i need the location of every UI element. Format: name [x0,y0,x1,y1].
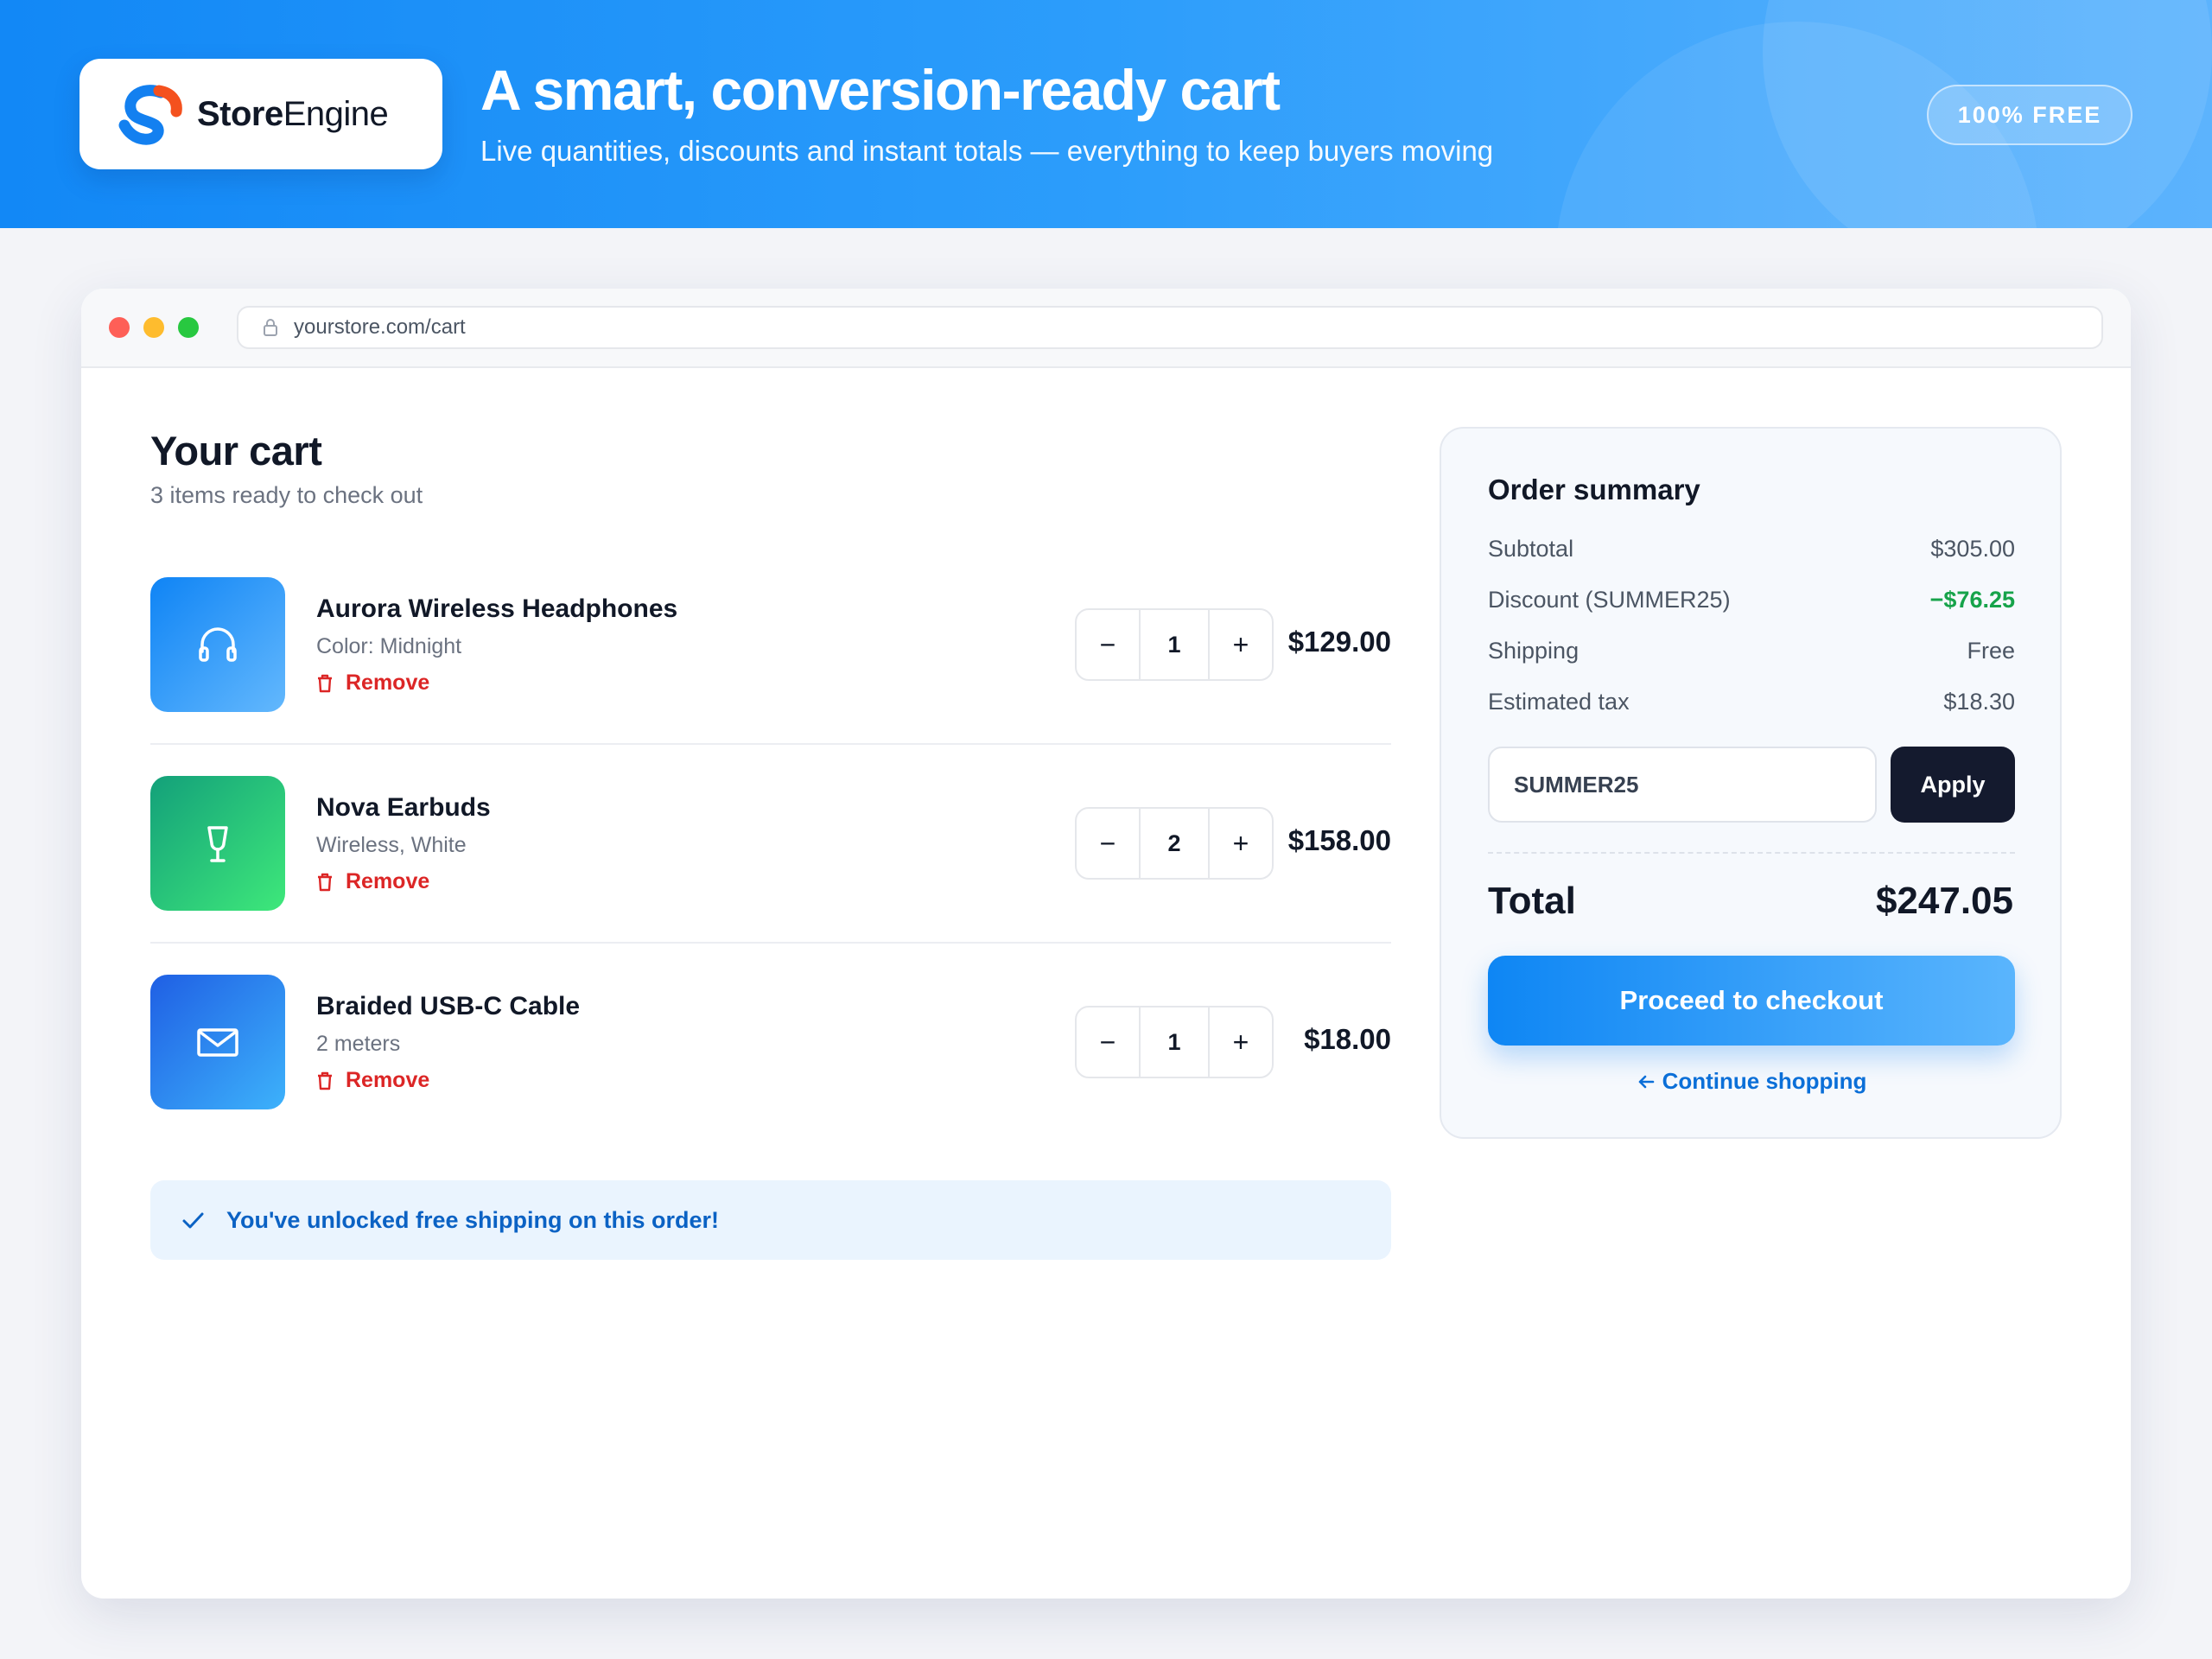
apply-promo-button[interactable]: Apply [1891,747,2015,823]
product-variant: Color: Midnight [316,634,462,658]
brand-logo: StoreEngine [79,59,442,169]
quantity-value[interactable]: 1 [1139,1007,1210,1077]
cart-item: Aurora Wireless Headphones Color: Midnig… [150,577,1391,712]
item-divider [150,743,1391,745]
product-name[interactable]: Braided USB-C Cable [316,992,580,1021]
summary-row-tax: Estimated tax $18.30 [1488,689,2015,715]
window-close-button[interactable] [109,317,130,338]
product-variant: Wireless, White [316,833,467,857]
product-thumbnail[interactable] [150,776,285,911]
product-name[interactable]: Aurora Wireless Headphones [316,594,677,624]
line-price: $158.00 [1287,824,1391,856]
trash-icon [318,1071,332,1090]
line-price: $18.00 [1304,1023,1391,1055]
summary-row-discount: Discount (SUMMER25) −$76.25 [1488,587,2015,613]
trash-icon [318,674,332,692]
product-name[interactable]: Nova Earbuds [316,793,491,823]
increase-quantity-button[interactable]: + [1210,610,1272,679]
quantity-value[interactable]: 2 [1139,809,1210,878]
free-shipping-notice: You've unlocked free shipping on this or… [150,1180,1391,1260]
window-minimize-button[interactable] [143,317,164,338]
lock-icon [264,319,277,336]
summary-row-subtotal: Subtotal $305.00 [1488,536,2015,562]
remove-item-button[interactable]: Remove [316,671,429,696]
check-icon [182,1212,204,1229]
free-shipping-text: You've unlocked free shipping on this or… [226,1206,719,1233]
cart-item: Braided USB-C Cable 2 meters Remove − 1 … [150,975,1391,1109]
promo-code-input[interactable] [1488,747,1877,823]
total-value: $247.05 [1875,880,2013,922]
trash-icon [318,873,332,891]
promo-banner: StoreEngine A smart, conversion-ready ca… [0,0,2212,228]
mail-icon [197,1028,238,1057]
continue-shopping-link[interactable]: Continue shopping [1488,1068,2015,1095]
product-thumbnail[interactable] [150,577,285,712]
order-summary: Order summary Subtotal $305.00 Discount … [1440,427,2062,1139]
storeengine-logo-icon [118,85,182,145]
browser-window: yourstore.com/cart Your cart 3 items rea… [81,289,2131,1599]
quantity-value[interactable]: 1 [1139,610,1210,679]
line-price: $129.00 [1287,626,1391,658]
banner-subtitle: Live quantities, discounts and instant t… [480,135,1494,167]
increase-quantity-button[interactable]: + [1210,1007,1272,1077]
summary-title: Order summary [1488,474,1700,505]
address-url: yourstore.com/cart [294,315,466,339]
page-title: Your cart [150,428,322,474]
summary-row-shipping: Shipping Free [1488,638,2015,664]
window-maximize-button[interactable] [178,317,199,338]
decrease-quantity-button[interactable]: − [1077,610,1139,679]
brand-name: StoreEngine [197,94,389,133]
decrease-quantity-button[interactable]: − [1077,1007,1139,1077]
address-bar[interactable]: yourstore.com/cart [237,306,2103,349]
browser-chrome: yourstore.com/cart [81,289,2131,368]
decrease-quantity-button[interactable]: − [1077,809,1139,878]
remove-item-button[interactable]: Remove [316,869,429,894]
quantity-stepper: − 1 + [1075,1006,1274,1078]
summary-divider [1488,852,2015,854]
headphones-icon [199,627,237,662]
increase-quantity-button[interactable]: + [1210,809,1272,878]
cart-item-count: 3 items ready to check out [150,482,423,508]
item-divider [150,942,1391,944]
free-badge: 100% FREE [1927,85,2133,145]
quantity-stepper: − 1 + [1075,608,1274,681]
product-thumbnail[interactable] [150,975,285,1109]
earbud-icon [207,826,228,862]
arrow-left-icon [1638,1075,1654,1088]
banner-title: A smart, conversion-ready cart [480,58,1281,122]
quantity-stepper: − 2 + [1075,807,1274,880]
total-label: Total [1488,880,1576,922]
cart-item: Nova Earbuds Wireless, White Remove − 2 … [150,776,1391,911]
product-variant: 2 meters [316,1032,401,1056]
checkout-button[interactable]: Proceed to checkout [1488,956,2015,1046]
remove-item-button[interactable]: Remove [316,1068,429,1093]
